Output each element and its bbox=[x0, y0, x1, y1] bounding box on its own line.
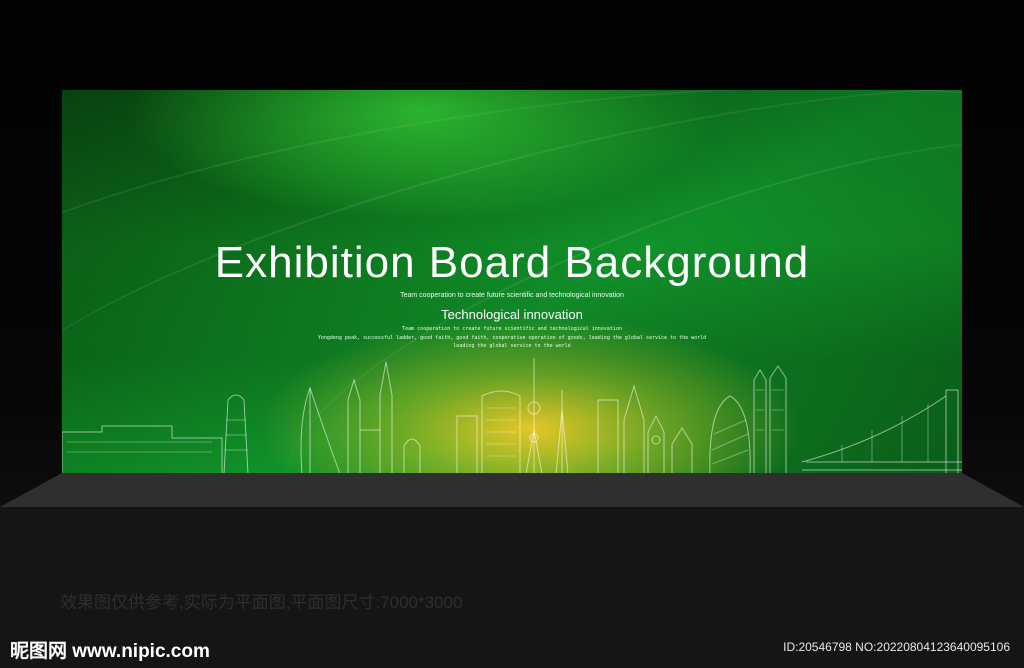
site-logo: 昵图网 www.nipic.com bbox=[10, 641, 210, 662]
stage-top-surface bbox=[0, 473, 1024, 507]
city-skyline-illustration bbox=[62, 358, 962, 474]
reference-note: 效果图仅供参考,实际为平面图,平面图尺寸:7000*3000 bbox=[60, 593, 463, 612]
exhibition-board: Exhibition Board Background Team coopera… bbox=[62, 90, 962, 474]
image-id-label: ID:20546798 NO:20220804123640095106 bbox=[783, 640, 1010, 654]
